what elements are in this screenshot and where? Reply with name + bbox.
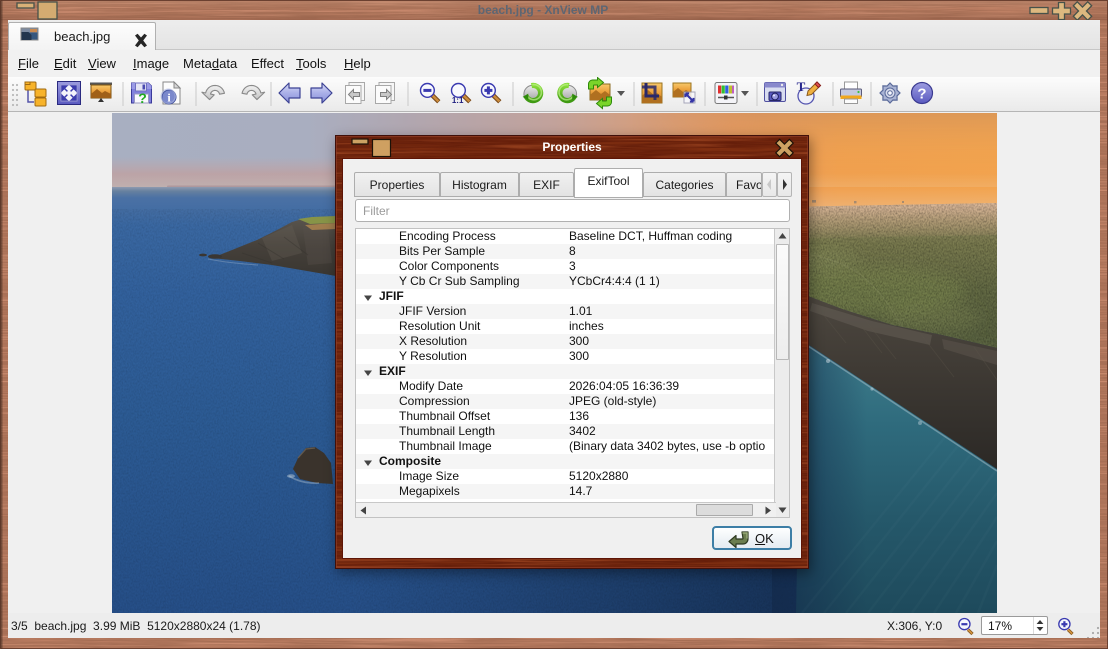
svg-text:?: ?: [138, 90, 147, 106]
svg-text:1:1: 1:1: [452, 96, 464, 105]
svg-text:?: ?: [917, 86, 926, 103]
svg-text:T: T: [797, 79, 806, 94]
